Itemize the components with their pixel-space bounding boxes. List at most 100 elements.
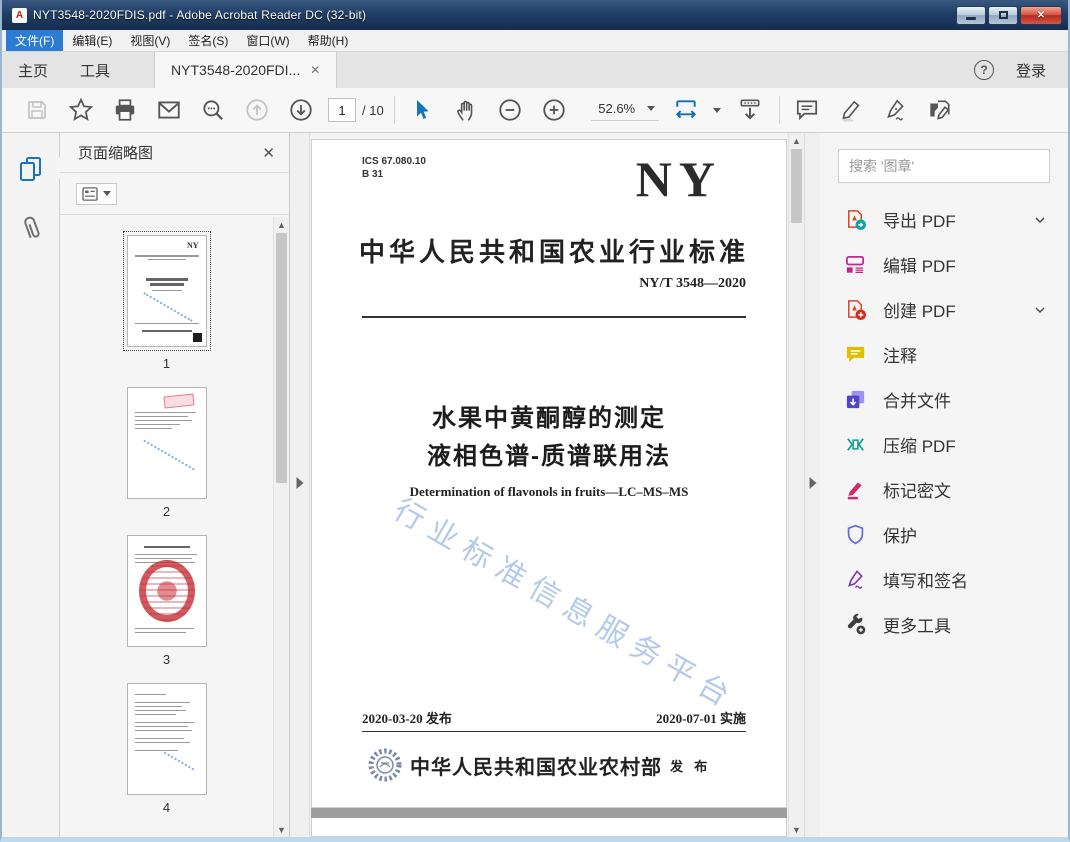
chevron-down-icon[interactable] [1032, 302, 1048, 318]
highlighter-icon [838, 97, 864, 123]
zoom-in-icon [541, 97, 567, 123]
help-icon[interactable]: ? [974, 60, 994, 80]
thumbnails-scrollbar[interactable]: ▲ ▼ [273, 217, 289, 837]
protect-shield-icon [844, 523, 867, 546]
chevron-down-icon[interactable] [713, 108, 721, 113]
tool-export-pdf[interactable]: 导出 PDF [820, 197, 1068, 242]
thumbnails-options-button[interactable] [76, 183, 117, 205]
thumbnail-art: NY [127, 235, 207, 347]
edit-pdf-icon [844, 253, 867, 276]
minimize-icon [966, 17, 976, 20]
page-display-button[interactable] [733, 93, 767, 127]
minimize-button[interactable] [956, 6, 986, 25]
scroll-down-icon[interactable]: ▼ [789, 822, 804, 837]
tool-label: 合并文件 [883, 387, 951, 412]
favorites-button[interactable] [64, 93, 98, 127]
tool-compress-pdf[interactable]: 压缩 PDF [820, 422, 1068, 467]
tool-protect[interactable]: 保护 [820, 512, 1068, 557]
more-tools-wrench-icon [844, 613, 867, 636]
zoom-in-button[interactable] [537, 93, 571, 127]
tools-search-input[interactable] [838, 149, 1050, 183]
thumbnail-page-3[interactable]: 3 [127, 535, 207, 667]
sign-in-button[interactable]: 登录 [1016, 60, 1046, 81]
menu-help[interactable]: 帮助(H) [299, 30, 358, 51]
zoom-out-button[interactable] [493, 93, 527, 127]
save-icon [25, 98, 49, 122]
tool-label: 标记密文 [883, 477, 951, 502]
highlight-button[interactable] [834, 93, 868, 127]
tab-tools[interactable]: 工具 [64, 52, 126, 88]
thumbnail-page-4[interactable]: 4 [127, 683, 207, 815]
select-tool-button[interactable] [405, 93, 439, 127]
document-pencil-icon [926, 97, 952, 123]
tab-close-icon[interactable]: ✕ [310, 63, 320, 77]
comment-button[interactable] [790, 93, 824, 127]
pdf-page-1[interactable]: ICS 67.080.10 B 31 NY 中华人民共和国农业行业标准 NY/T… [311, 139, 787, 808]
panel-close-icon[interactable]: ✕ [262, 144, 275, 162]
tab-home[interactable]: 主页 [2, 52, 64, 88]
save-button[interactable] [20, 93, 54, 127]
document-scrollbar[interactable]: ▲ ▼ [788, 133, 804, 837]
thumbnails-panel-title: 页面缩略图 [78, 142, 153, 163]
scrollbar-thumb[interactable] [276, 233, 287, 483]
printer-icon [112, 97, 138, 123]
menu-view[interactable]: 视图(V) [121, 30, 179, 51]
tabbar: 主页 工具 NYT3548-2020FDI... ✕ ? 登录 [2, 52, 1068, 88]
tool-redact[interactable]: 标记密文 [820, 467, 1068, 512]
email-button[interactable] [152, 93, 186, 127]
print-button[interactable] [108, 93, 142, 127]
thumbnail-page-number: 1 [163, 356, 170, 371]
tool-label: 创建 PDF [883, 297, 956, 322]
search-icon [200, 97, 226, 123]
menubar: 文件(F) 编辑(E) 视图(V) 签名(S) 窗口(W) 帮助(H) [2, 30, 1068, 52]
previous-page-button[interactable] [240, 93, 274, 127]
fit-width-button[interactable] [669, 93, 703, 127]
scrollbar-thumb[interactable] [791, 149, 802, 223]
hand-tool-button[interactable] [449, 93, 483, 127]
thumbnail-page-2[interactable]: 2 [127, 387, 207, 519]
scroll-down-icon[interactable]: ▼ [274, 822, 289, 837]
doc-ics-code: ICS 67.080.10 B 31 [362, 156, 426, 181]
scroll-mode-icon [737, 97, 763, 123]
right-panel-collapse-handle[interactable] [804, 133, 820, 837]
redact-icon [844, 478, 867, 501]
left-panel-collapse-handle[interactable] [290, 133, 310, 837]
scroll-up-icon[interactable]: ▲ [274, 217, 289, 232]
doc-dates-row: 2020-03-20 发布 2020-07-01 实施 [362, 708, 746, 732]
attachments-pane-button[interactable] [17, 213, 45, 241]
restore-button[interactable] [988, 6, 1018, 25]
doc-title-line2: 液相色谱-质谱联用法 [312, 436, 786, 471]
tool-edit-pdf[interactable]: 编辑 PDF [820, 242, 1068, 287]
scroll-up-icon[interactable]: ▲ [789, 133, 804, 148]
national-emblem-icon [368, 748, 402, 782]
document-view[interactable]: ICS 67.080.10 B 31 NY 中华人民共和国农业行业标准 NY/T… [310, 133, 804, 837]
zoom-level-dropdown[interactable]: 52.6% [591, 99, 659, 121]
doc-ny-logo: NY [636, 150, 722, 208]
active-pane-indicator [51, 157, 60, 179]
menu-window[interactable]: 窗口(W) [237, 30, 298, 51]
thumbnail-page-1[interactable]: NY 1 [123, 231, 211, 371]
chevron-down-icon[interactable] [1032, 212, 1048, 228]
doc-implement-date: 2020-07-01 实施 [656, 708, 746, 727]
page-number-input[interactable] [328, 98, 356, 122]
menu-file[interactable]: 文件(F) [6, 30, 63, 51]
search-button[interactable] [196, 93, 230, 127]
tool-label: 编辑 PDF [883, 252, 956, 277]
page-thumbnails-pane-button[interactable] [17, 155, 45, 183]
stamp-edit-button[interactable] [922, 93, 956, 127]
menu-sign[interactable]: 签名(S) [179, 30, 237, 51]
comment-icon [844, 343, 867, 366]
tool-create-pdf[interactable]: 创建 PDF [820, 287, 1068, 332]
tool-comment[interactable]: 注释 [820, 332, 1068, 377]
tool-more-tools[interactable]: 更多工具 [820, 602, 1068, 647]
close-button[interactable]: ✕ [1020, 6, 1062, 25]
tool-fill-sign[interactable]: 填写和签名 [820, 557, 1068, 602]
menu-edit[interactable]: 编辑(E) [63, 30, 121, 51]
thumbnail-art [127, 683, 207, 795]
tool-combine-files[interactable]: 合并文件 [820, 377, 1068, 422]
titlebar[interactable]: A NYT3548-2020FDIS.pdf - Adobe Acrobat R… [2, 0, 1068, 30]
fit-width-icon [673, 97, 699, 123]
fill-sign-toolbar-button[interactable] [878, 93, 912, 127]
next-page-button[interactable] [284, 93, 318, 127]
tab-document[interactable]: NYT3548-2020FDI... ✕ [154, 52, 337, 88]
